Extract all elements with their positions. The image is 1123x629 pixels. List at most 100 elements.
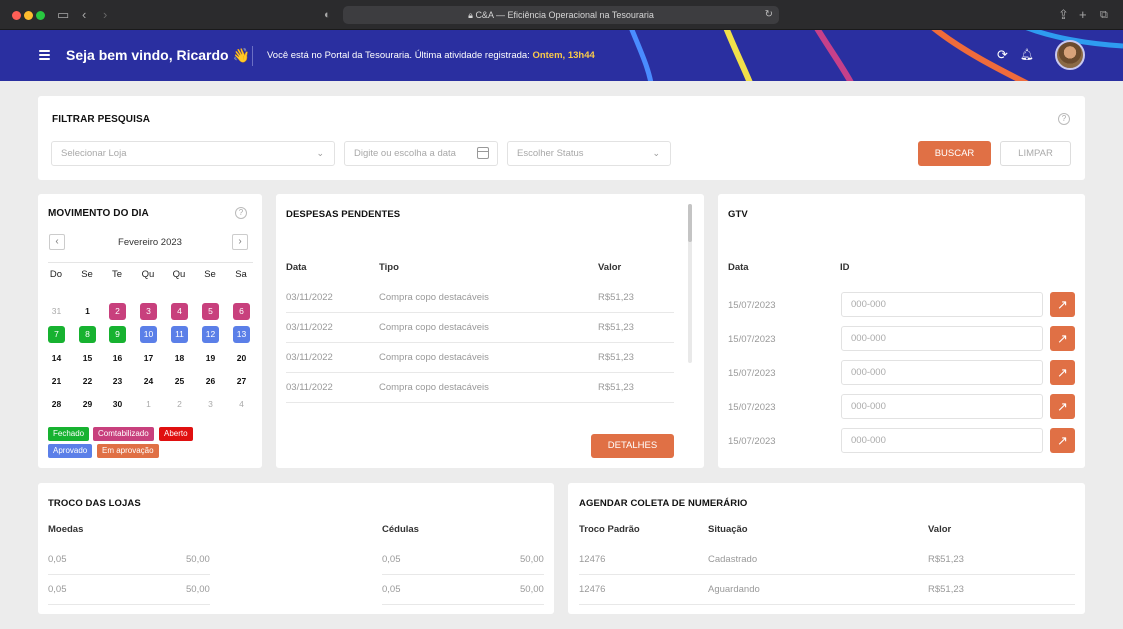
cedula-amount: 50,00 bbox=[520, 584, 544, 595]
calendar-day[interactable]: 3 bbox=[140, 303, 157, 320]
header-decoration bbox=[629, 30, 1123, 81]
open-arrow-button[interactable]: ↗ bbox=[1050, 428, 1075, 453]
legend-item: Em aprovação bbox=[97, 444, 159, 458]
gtv-id-input[interactable]: 000-000 bbox=[841, 326, 1043, 351]
calendar-day[interactable]: 5 bbox=[202, 303, 219, 320]
calendar-day[interactable]: 18 bbox=[171, 350, 188, 367]
gtv-id-input[interactable]: 000-000 bbox=[841, 360, 1043, 385]
row-divider bbox=[48, 604, 210, 605]
maximize-window-button[interactable] bbox=[36, 11, 45, 20]
open-arrow-button[interactable]: ↗ bbox=[1050, 360, 1075, 385]
calendar-day[interactable]: 6 bbox=[233, 303, 250, 320]
calendar-day[interactable]: 4 bbox=[171, 303, 188, 320]
calendar-day[interactable]: 22 bbox=[79, 373, 96, 390]
forward-arrow-icon[interactable]: › bbox=[103, 7, 107, 23]
calendar-day[interactable]: 20 bbox=[233, 350, 250, 367]
table-cell: Cadastrado bbox=[708, 554, 758, 565]
gtv-date: 15/07/2023 bbox=[728, 300, 776, 311]
calendar-day[interactable]: 1 bbox=[140, 396, 157, 413]
scrollbar-thumb[interactable] bbox=[688, 204, 692, 242]
troco-title: TROCO DAS LOJAS bbox=[48, 498, 141, 509]
calendar-day[interactable]: 31 bbox=[48, 303, 65, 320]
minimize-window-button[interactable] bbox=[24, 11, 33, 20]
calendar-day[interactable]: 19 bbox=[202, 350, 219, 367]
avatar[interactable] bbox=[1055, 40, 1085, 70]
month-label: Fevereiro 2023 bbox=[118, 237, 182, 248]
legend-item: Aberto bbox=[159, 427, 193, 441]
help-icon[interactable]: ? bbox=[235, 207, 247, 219]
store-select[interactable]: Selecionar Loja ⌄ bbox=[51, 141, 335, 166]
weekday-label: Do bbox=[49, 269, 63, 280]
portal-status: Você está no Portal da Tesouraria. Últim… bbox=[267, 50, 595, 61]
calendar-day[interactable]: 26 bbox=[202, 373, 219, 390]
calendar-day[interactable]: 8 bbox=[79, 326, 96, 343]
clear-button[interactable]: LIMPAR bbox=[1000, 141, 1071, 166]
open-arrow-button[interactable]: ↗ bbox=[1050, 394, 1075, 419]
legend-item: Comtabilizado bbox=[93, 427, 154, 441]
wave-icon: 👋 bbox=[232, 47, 251, 63]
hamburger-menu-icon[interactable] bbox=[39, 50, 50, 60]
cedula-amount: 50,00 bbox=[520, 554, 544, 565]
calendar-day[interactable]: 10 bbox=[140, 326, 157, 343]
table-cell: 03/11/2022 bbox=[286, 382, 333, 393]
calendar-day[interactable]: 9 bbox=[109, 326, 126, 343]
gtv-date: 15/07/2023 bbox=[728, 402, 776, 413]
arrow-up-right-icon: ↗ bbox=[1057, 433, 1068, 448]
address-bar[interactable]: 🔒︎ C&A — Eficiência Operacional na Tesou… bbox=[343, 6, 779, 24]
open-arrow-button[interactable]: ↗ bbox=[1050, 292, 1075, 317]
calendar-day[interactable]: 27 bbox=[233, 373, 250, 390]
cedula-value: 0,05 bbox=[382, 554, 401, 565]
status-select-placeholder: Escolher Status bbox=[517, 148, 584, 159]
calendar-day[interactable]: 17 bbox=[140, 350, 157, 367]
share-icon[interactable]: ⇪ bbox=[1058, 7, 1069, 23]
calendar-day[interactable]: 15 bbox=[79, 350, 96, 367]
reload-icon[interactable]: ↻ bbox=[765, 6, 773, 24]
next-month-button[interactable]: › bbox=[232, 234, 248, 250]
calendar-day[interactable]: 28 bbox=[48, 396, 65, 413]
calendar-day[interactable]: 13 bbox=[233, 326, 250, 343]
open-arrow-button[interactable]: ↗ bbox=[1050, 326, 1075, 351]
new-tab-icon[interactable]: + bbox=[1079, 7, 1087, 23]
calendar-title: MOVIMENTO DO DIA bbox=[48, 208, 149, 219]
sidebar-toggle-icon[interactable]: ▭ bbox=[57, 7, 69, 23]
page-title: C&A — Eficiência Operacional na Tesourar… bbox=[475, 10, 654, 20]
calendar-day[interactable]: 2 bbox=[171, 396, 188, 413]
calendar-icon[interactable] bbox=[477, 147, 489, 159]
close-window-button[interactable] bbox=[12, 11, 21, 20]
gtv-id-input[interactable]: 000-000 bbox=[841, 428, 1043, 453]
calendar-day[interactable]: 1 bbox=[79, 303, 96, 320]
portal-text: Você está no Portal da Tesouraria. Últim… bbox=[267, 50, 530, 61]
calendar-day[interactable]: 16 bbox=[109, 350, 126, 367]
row-divider bbox=[286, 312, 674, 313]
calendar-day[interactable]: 29 bbox=[79, 396, 96, 413]
search-button[interactable]: BUSCAR bbox=[918, 141, 991, 166]
calendar-day[interactable]: 14 bbox=[48, 350, 65, 367]
bell-icon[interactable]: 🔔︎ bbox=[1020, 48, 1034, 61]
back-arrow-icon[interactable]: ‹ bbox=[82, 7, 86, 23]
calendar-day[interactable]: 4 bbox=[233, 396, 250, 413]
sync-icon[interactable]: ⟳ bbox=[997, 47, 1008, 63]
calendar-day[interactable]: 25 bbox=[171, 373, 188, 390]
legend-item: Fechado bbox=[48, 427, 90, 441]
calendar-day[interactable]: 3 bbox=[202, 396, 219, 413]
status-select[interactable]: Escolher Status ⌄ bbox=[507, 141, 671, 166]
calendar-day[interactable]: 2 bbox=[109, 303, 126, 320]
gtv-id-input[interactable]: 000-000 bbox=[841, 292, 1043, 317]
date-input[interactable]: Digite ou escolha a data bbox=[344, 141, 498, 166]
gtv-title: GTV bbox=[728, 209, 748, 220]
tab-overview-icon[interactable]: ⧉ bbox=[1100, 7, 1108, 23]
col-header-situacao: Situação bbox=[708, 524, 748, 535]
gtv-id-input[interactable]: 000-000 bbox=[841, 394, 1043, 419]
table-cell: Compra copo destacáveis bbox=[379, 352, 489, 363]
table-cell: R$51,23 bbox=[928, 554, 964, 565]
details-button[interactable]: DETALHES bbox=[591, 434, 674, 458]
shield-icon[interactable]: ◐ bbox=[324, 7, 331, 23]
calendar-day[interactable]: 21 bbox=[48, 373, 65, 390]
calendar-day[interactable]: 23 bbox=[109, 373, 126, 390]
calendar-day[interactable]: 12 bbox=[202, 326, 219, 343]
calendar-day[interactable]: 11 bbox=[171, 326, 188, 343]
help-icon[interactable]: ? bbox=[1058, 113, 1070, 125]
calendar-day[interactable]: 30 bbox=[109, 396, 126, 413]
calendar-day[interactable]: 24 bbox=[140, 373, 157, 390]
calendar-day[interactable]: 7 bbox=[48, 326, 65, 343]
